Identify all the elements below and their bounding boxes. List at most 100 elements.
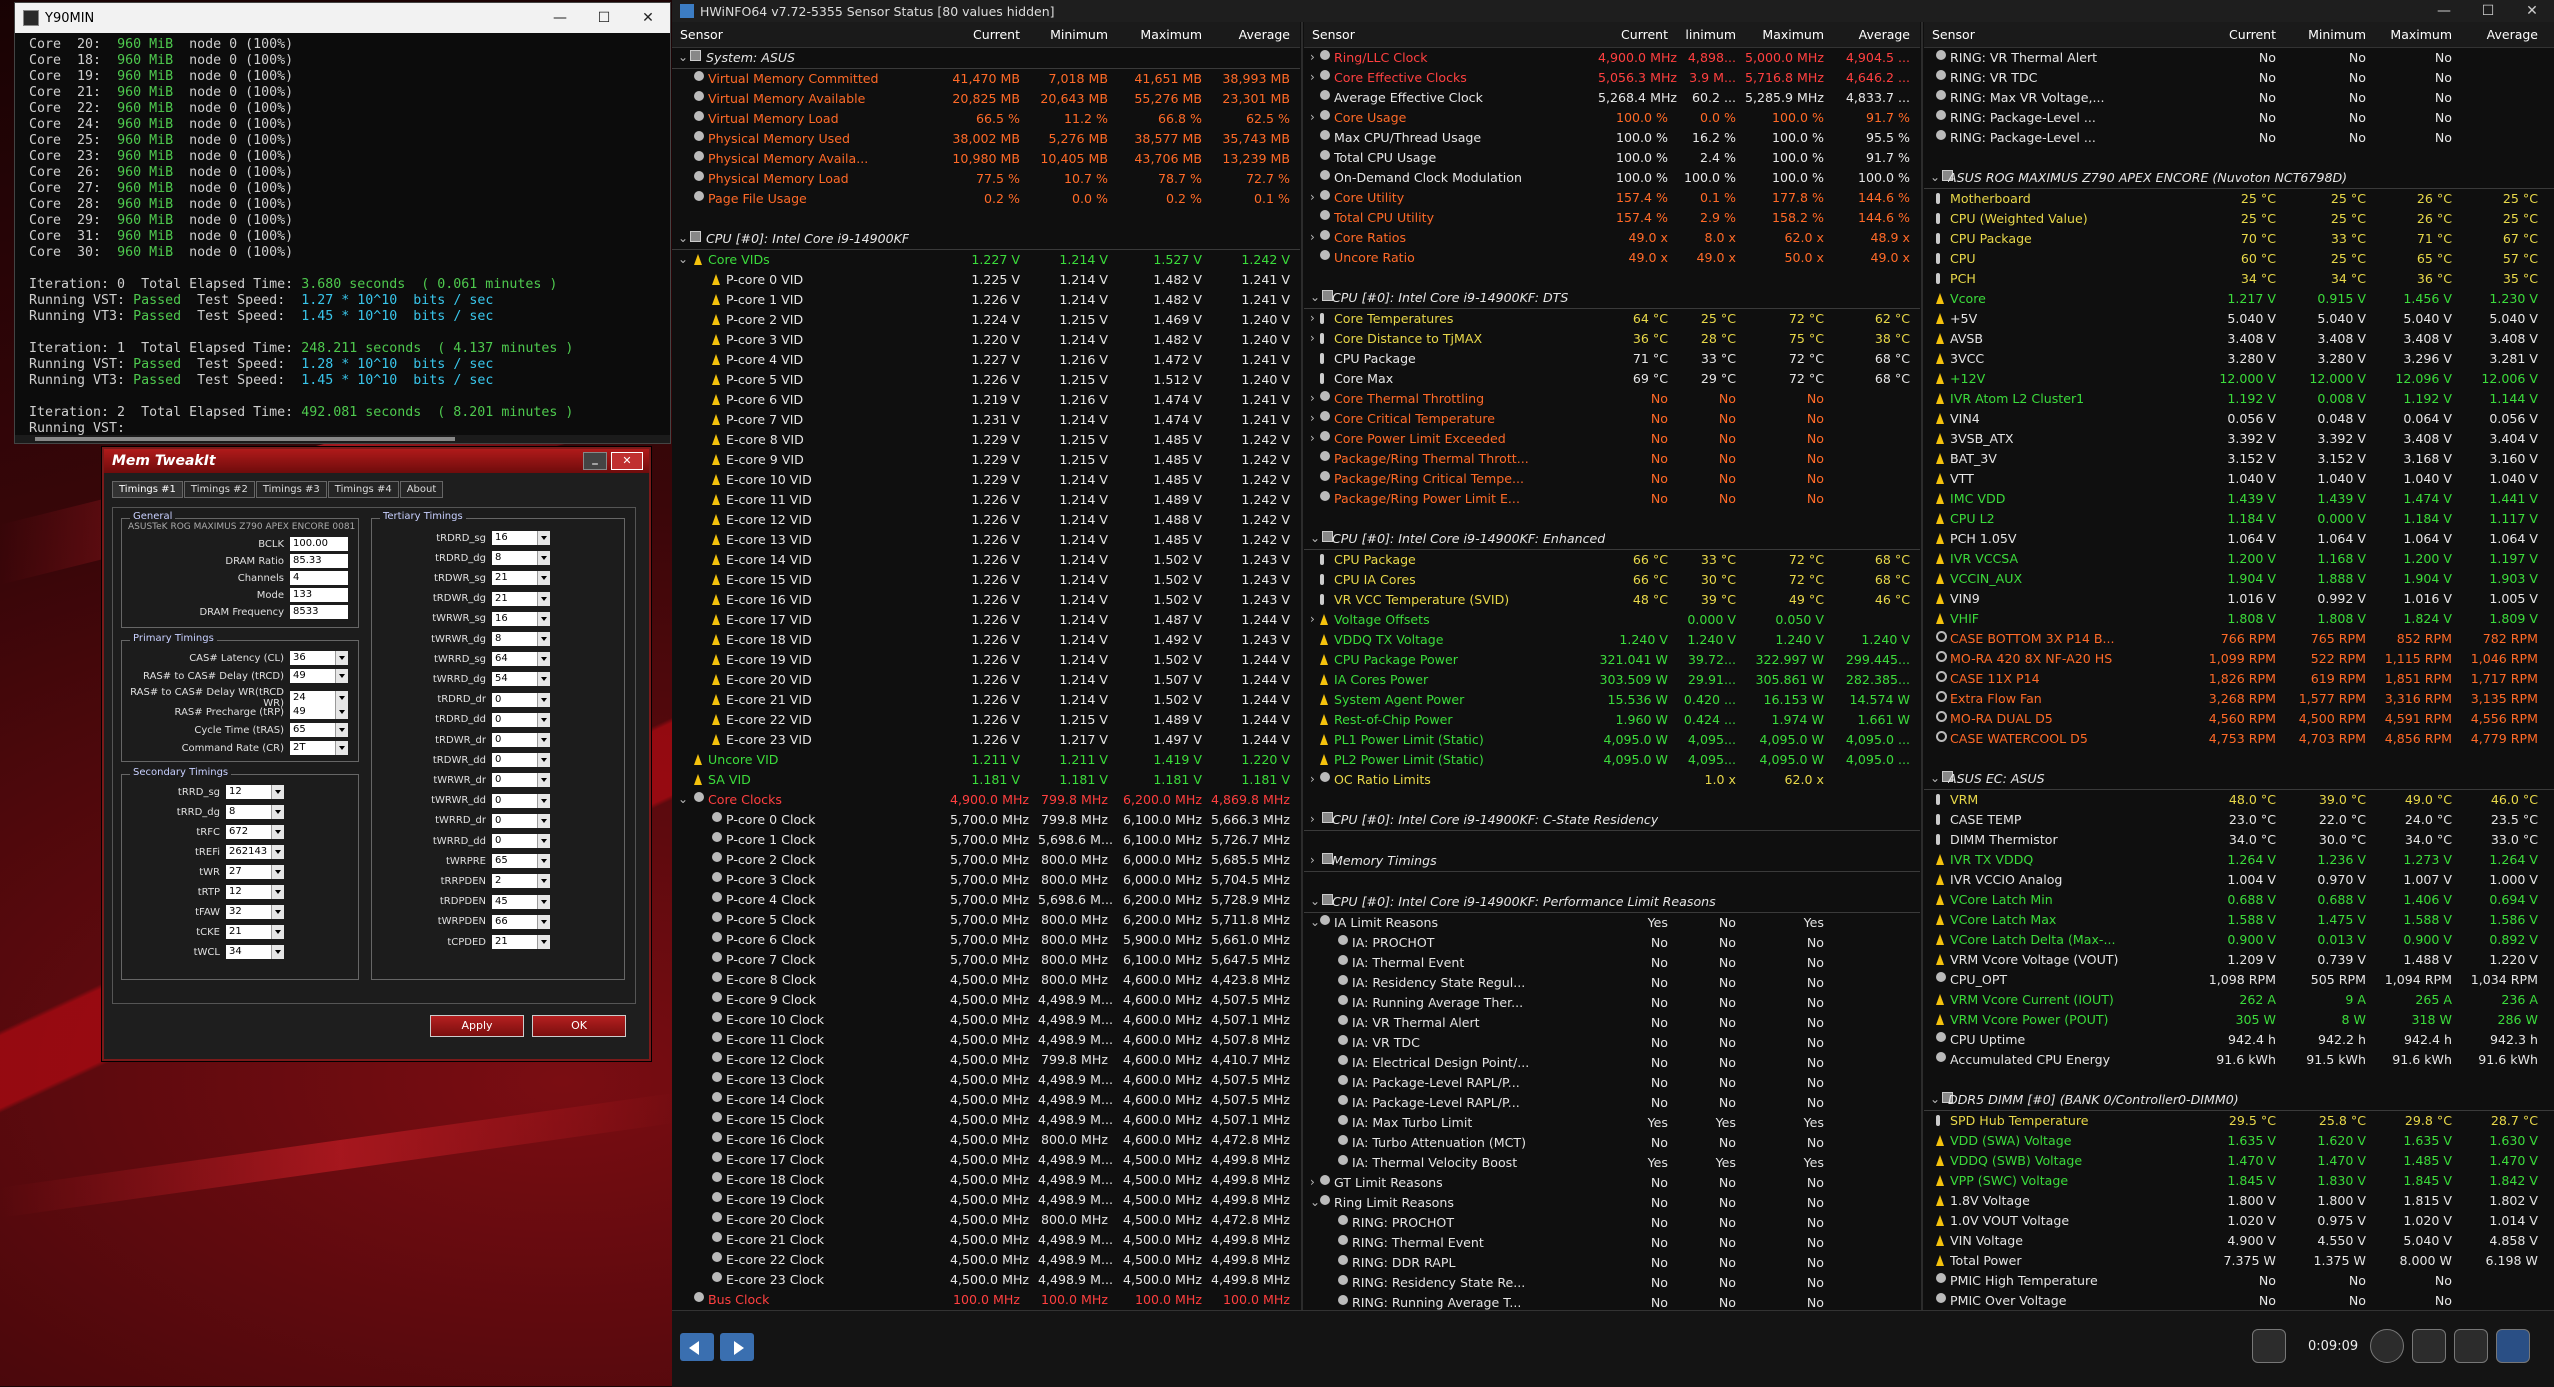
sensor-row[interactable]: ⌄ Ring Limit Reasons No No No	[1304, 1193, 1920, 1213]
sensor-row[interactable]: P-core 1 Clock 5,700.0 MHz 5,698.6 M... 6,1…	[672, 830, 1300, 850]
sensor-row[interactable]: VCCIN_AUX 1.904 V 1.888 V 1.904 V 1.903 V	[1924, 569, 2554, 589]
timing-value-input[interactable]: 65	[290, 723, 348, 737]
sensor-row[interactable]: CPU Package 71 °C 33 °C 72 °C 68 °C	[1304, 349, 1920, 369]
sensor-row[interactable]: PCH 1.05V 1.064 V 1.064 V 1.064 V 1.064 V	[1924, 529, 2554, 549]
sensor-row[interactable]: VCore Latch Max 1.588 V 1.475 V 1.588 V 1.58…	[1924, 910, 2554, 930]
expand-toggle-icon[interactable]: ›	[1310, 853, 1315, 867]
timing-value-input[interactable]: 672	[226, 825, 284, 839]
sensor-group-header[interactable]: ⌄ CPU [#0]: Intel Core i9-14900KF: Perfor…	[1304, 892, 1920, 913]
sensor-row[interactable]: IA: VR Thermal Alert No No No	[1304, 1013, 1920, 1033]
sensor-group-header[interactable]: ⌄ CPU [#0]: Intel Core i9-14900KF	[672, 229, 1300, 250]
sensor-row[interactable]: E-core 22 Clock 4,500.0 MHz 4,498.9 M... 4,…	[672, 1250, 1300, 1270]
expand-toggle-icon[interactable]: ›	[1310, 772, 1315, 786]
sensor-row[interactable]: VIN Voltage 4.900 V 4.550 V 5.040 V 4.858 V	[1924, 1231, 2554, 1251]
sensor-row[interactable]: E-core 10 Clock 4,500.0 MHz 4,498.9 M... 4,…	[672, 1010, 1300, 1030]
apply-button[interactable]: Apply	[430, 1015, 524, 1037]
timing-value-input[interactable]: 12	[226, 885, 284, 899]
sensor-row[interactable]: RING: Residency State Re... No No No	[1304, 1273, 1920, 1293]
sensor-row[interactable]: PL1 Power Limit (Static) 4,095.0 W 4,095..…	[1304, 730, 1920, 750]
sensor-row[interactable]: E-core 15 VID 1.226 V 1.214 V 1.502 V 1.243 …	[672, 570, 1300, 590]
expand-toggle-icon[interactable]: ›	[1310, 812, 1315, 826]
sensor-row[interactable]: VRM Vcore Power (POUT) 305 W 8 W 318 W 286 W	[1924, 1010, 2554, 1030]
sensor-row[interactable]: IA: VR TDC No No No	[1304, 1033, 1920, 1053]
sensor-row[interactable]: ⌄ Core Clocks 4,900.0 MHz 799.8 MHz 6,200.0 …	[672, 790, 1300, 810]
expand-toggle-icon[interactable]: ›	[1310, 612, 1315, 626]
expand-toggle-icon[interactable]: ⌄	[1310, 894, 1320, 908]
sensor-row[interactable]: E-core 9 VID 1.229 V 1.215 V 1.485 V 1.242 V	[672, 450, 1300, 470]
timing-value-input[interactable]: 21	[492, 935, 550, 949]
sensor-row[interactable]: P-core 1 VID 1.226 V 1.214 V 1.482 V 1.241 V	[672, 290, 1300, 310]
sensor-row[interactable]: IA: Turbo Attenuation (MCT) No No No	[1304, 1133, 1920, 1153]
sensor-row[interactable]: IVR VCCSA 1.200 V 1.168 V 1.200 V 1.197 V	[1924, 549, 2554, 569]
sensor-row[interactable]: VPP (SWC) Voltage 1.845 V 1.830 V 1.845 V 1.…	[1924, 1171, 2554, 1191]
timing-value-input[interactable]: 0	[492, 733, 550, 747]
sensor-row[interactable]: › Core Power Limit Exceeded No No No	[1304, 429, 1920, 449]
header-minimum[interactable]: Minimum	[1038, 27, 1108, 42]
timing-value-input[interactable]: 0	[492, 712, 550, 727]
expand-toggle-icon[interactable]: ›	[1310, 331, 1315, 345]
sensor-row[interactable]: 1.0V VOUT Voltage 1.020 V 0.975 V 1.020 V 1.…	[1924, 1211, 2554, 1231]
sensor-row[interactable]: System Agent Power 15.536 W 0.420 ... 16.15…	[1304, 690, 1920, 710]
sensor-row[interactable]: › OC Ratio Limits 1.0 x 62.0 x	[1304, 770, 1920, 790]
header-current[interactable]: Current	[2206, 27, 2276, 42]
expand-toggle-icon[interactable]: ›	[1310, 190, 1315, 204]
timing-value-input[interactable]: 36	[290, 651, 348, 665]
expand-toggle-icon[interactable]: ⌄	[678, 231, 688, 245]
sensor-row[interactable]: RING: Package-Level ... No No No	[1924, 128, 2554, 148]
sensor-row[interactable]: VRM Vcore Voltage (VOUT) 1.209 V 0.739 V 1.…	[1924, 950, 2554, 970]
sensor-row[interactable]: IA: Max Turbo Limit Yes Yes Yes	[1304, 1113, 1920, 1133]
sensor-row[interactable]: E-core 17 VID 1.226 V 1.214 V 1.487 V 1.244 …	[672, 610, 1300, 630]
sensor-row[interactable]: CPU IA Cores 66 °C 30 °C 72 °C 68 °C	[1304, 570, 1920, 590]
header-current[interactable]: Current	[1598, 27, 1668, 42]
sensor-row[interactable]: E-core 9 Clock 4,500.0 MHz 4,498.9 M... 4,6…	[672, 990, 1300, 1010]
tab-about[interactable]: About	[399, 481, 444, 498]
expand-toggle-icon[interactable]: ⌄	[1930, 1092, 1940, 1106]
sensor-row[interactable]: VRM Vcore Current (IOUT) 262 A 9 A 265 A 236…	[1924, 990, 2554, 1010]
header-average[interactable]: Average	[1830, 27, 1910, 42]
clock-icon[interactable]	[2370, 1329, 2404, 1363]
sensor-row[interactable]: IA: Running Average Ther... No No No	[1304, 993, 1920, 1013]
console-window[interactable]: Y90MIN — ☐ ✕ Core 20: 960 MiB node 0 (10…	[14, 2, 671, 444]
timing-value-input[interactable]: 27	[226, 865, 284, 879]
timing-value-input[interactable]: 49	[290, 669, 348, 683]
timing-value-input[interactable]: 8	[226, 805, 284, 819]
sensor-row[interactable]: On-Demand Clock Modulation 100.0 % 100.0 %…	[1304, 168, 1920, 188]
tab-timings-1[interactable]: Timings #1	[112, 481, 183, 498]
sensor-row[interactable]: P-core 6 Clock 5,700.0 MHz 800.0 MHz 5,900.…	[672, 930, 1300, 950]
sensor-row[interactable]: › Ring/LLC Clock 4,900.0 MHz 4,898... 5,000.…	[1304, 48, 1920, 68]
sensor-row[interactable]: +5V 5.040 V 5.040 V 5.040 V 5.040 V	[1924, 309, 2554, 329]
sensor-row[interactable]: CASE BOTTOM 3X P14 B... 766 RPM 765 RPM 852…	[1924, 629, 2554, 649]
sensor-row[interactable]: E-core 16 VID 1.226 V 1.214 V 1.502 V 1.243 …	[672, 590, 1300, 610]
sensor-row[interactable]: E-core 14 VID 1.226 V 1.214 V 1.502 V 1.243 …	[672, 550, 1300, 570]
sensor-row[interactable]: Uncore Ratio 49.0 x 49.0 x 50.0 x 49.0 x	[1304, 248, 1920, 268]
expand-toggle-icon[interactable]: ⌄	[1310, 290, 1320, 304]
sensor-row[interactable]: E-core 15 Clock 4,500.0 MHz 4,498.9 M... 4,…	[672, 1110, 1300, 1130]
sensor-row[interactable]: DIMM Thermistor 34.0 °C 30.0 °C 34.0 °C 33.0…	[1924, 830, 2554, 850]
sensor-row[interactable]: IA: Residency State Regul... No No No	[1304, 973, 1920, 993]
sensor-row[interactable]: Vcore 1.217 V 0.915 V 1.456 V 1.230 V	[1924, 289, 2554, 309]
console-titlebar[interactable]: Y90MIN — ☐ ✕	[15, 3, 670, 33]
sensor-row[interactable]: P-core 4 VID 1.227 V 1.216 V 1.472 V 1.241 V	[672, 350, 1300, 370]
sensor-group-header[interactable]: › CPU [#0]: Intel Core i9-14900KF: C-Stat…	[1304, 810, 1920, 831]
sensor-row[interactable]: VCore Latch Delta (Max-... 0.900 V 0.013 V…	[1924, 930, 2554, 950]
timing-value-input[interactable]: 0	[492, 793, 550, 808]
expand-toggle-icon[interactable]: ›	[1310, 391, 1315, 405]
sensor-row[interactable]: Core Max 69 °C 29 °C 72 °C 68 °C	[1304, 369, 1920, 389]
sensor-row[interactable]: P-core 5 VID 1.226 V 1.215 V 1.512 V 1.240 V	[672, 370, 1300, 390]
sensor-row[interactable]: CASE 11X P14 1,826 RPM 619 RPM 1,851 RPM 1,7…	[1924, 669, 2554, 689]
timing-value-input[interactable]: 0	[492, 692, 550, 707]
sensor-row[interactable]: E-core 8 Clock 4,500.0 MHz 800.0 MHz 4,600.…	[672, 970, 1300, 990]
sensor-group-header[interactable]: ⌄ CPU [#0]: Intel Core i9-14900KF: Enhanc…	[1304, 529, 1920, 550]
sensor-row[interactable]: VDD (SWA) Voltage 1.635 V 1.620 V 1.635 V 1.…	[1924, 1131, 2554, 1151]
sensor-row[interactable]: E-core 10 VID 1.229 V 1.214 V 1.485 V 1.242 …	[672, 470, 1300, 490]
sensor-row[interactable]: › Core Effective Clocks 5,056.3 MHz 3.9 M..…	[1304, 68, 1920, 88]
sensor-row[interactable]: E-core 14 Clock 4,500.0 MHz 4,498.9 M... 4,…	[672, 1090, 1300, 1110]
sensor-row[interactable]: CPU Uptime 942.4 h 942.2 h 942.4 h 942.3 h	[1924, 1030, 2554, 1050]
sensor-row[interactable]: E-core 20 Clock 4,500.0 MHz 800.0 MHz 4,500…	[672, 1210, 1300, 1230]
sensor-row[interactable]: SA VID 1.181 V 1.181 V 1.181 V 1.181 V	[672, 770, 1300, 790]
header-average[interactable]: Average	[1210, 27, 1290, 42]
sensor-row[interactable]: E-core 12 VID 1.226 V 1.214 V 1.488 V 1.242 …	[672, 510, 1300, 530]
sensor-row[interactable]: Uncore VID 1.211 V 1.211 V 1.419 V 1.220 V	[672, 750, 1300, 770]
hwinfo-titlebar[interactable]: HWiNFO64 v7.72-5355 Sensor Status [80 va…	[672, 0, 2554, 22]
previous-arrow-icon[interactable]	[680, 1333, 714, 1361]
